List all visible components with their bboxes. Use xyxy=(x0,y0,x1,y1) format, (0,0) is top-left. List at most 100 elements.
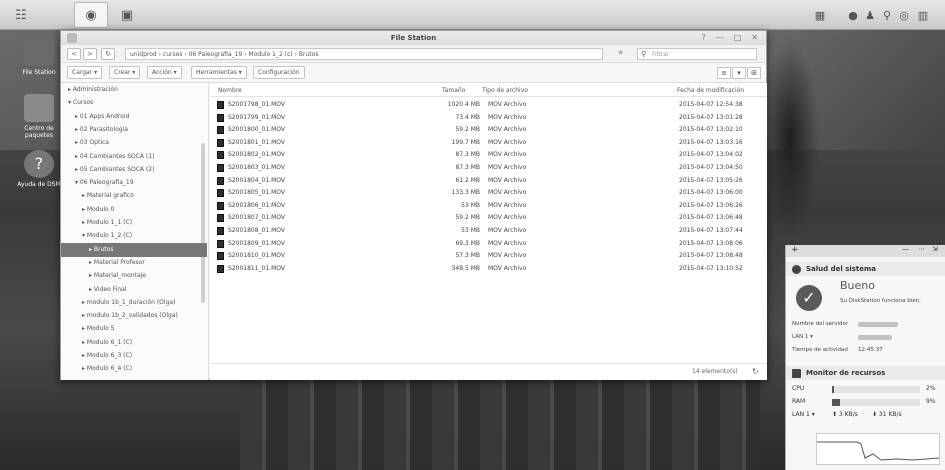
file-name: S2001807_01.MOV xyxy=(228,214,285,222)
desktop-icon-package-center[interactable]: Centro de paquetes xyxy=(14,94,64,139)
tree-item[interactable]: ▸ Modulo 0 xyxy=(82,203,114,217)
tree-item[interactable]: ▸ modulo 1b_2_validados (Olga) xyxy=(82,309,178,323)
folder-icon xyxy=(24,38,54,66)
table-row[interactable]: S2001801_01.MOV 199.7 MB MOV Archivo 2015-0… xyxy=(210,137,767,149)
tree-item[interactable]: ▸ Modulo 5 xyxy=(82,322,114,336)
column-header-type[interactable]: Tipo de archivo xyxy=(482,87,528,94)
tree-item[interactable]: ▸ 04 Cambiantes SOCA (1) xyxy=(75,150,154,164)
desktop-icon-help[interactable]: ? Ayuda de DSM xyxy=(14,150,64,188)
table-row[interactable]: S2001811_01.MOV 348.5 MB MOV Archivo 2015-0… xyxy=(210,263,767,275)
settings-button[interactable]: Configuración xyxy=(253,66,305,79)
upload-button[interactable]: Cargar ▾ xyxy=(67,66,103,79)
tree-item[interactable]: ▾ Modulo 1_2 (C) xyxy=(82,229,132,243)
favorite-star-icon[interactable]: ★ xyxy=(617,48,624,57)
filter-input[interactable]: ⚲ Filtrar xyxy=(637,48,757,60)
cpu-label: CPU xyxy=(792,385,805,392)
widget-minimize-icon[interactable]: — xyxy=(902,245,909,253)
view-dropdown-button[interactable]: ▾ xyxy=(732,67,746,79)
tree-item[interactable]: ▸ 02 Parasitología xyxy=(75,123,128,137)
file-size: 133.3 MB xyxy=(451,189,480,197)
widget-pin-icon[interactable]: ⇲ xyxy=(932,245,938,253)
column-header-modified[interactable]: Fecha de modificación xyxy=(677,87,744,94)
path-breadcrumb[interactable]: unidprod › cursos › 06 Paleografia_19 › … xyxy=(125,48,603,60)
app-icon xyxy=(67,33,77,43)
window-title-bar[interactable]: File Station ? — □ ✕ xyxy=(61,31,766,45)
tree-item[interactable]: ▸ Modulo 1_1 (C) xyxy=(82,216,132,230)
column-header-size[interactable]: Tamaño xyxy=(442,87,465,94)
widget-icon[interactable]: ▦ xyxy=(812,7,828,23)
column-header-name[interactable]: Nombre xyxy=(218,87,242,94)
close-button[interactable]: ✕ xyxy=(751,31,758,45)
help-button[interactable]: ? xyxy=(701,31,705,45)
table-row[interactable]: S2001810_01.MOV 57.3 MB MOV Archivo 2015-04… xyxy=(210,250,767,262)
tree-item[interactable]: ▸ Administración xyxy=(68,83,118,97)
network-download: ⬇ 31 KB/s xyxy=(872,411,902,418)
action-button[interactable]: Acción ▾ xyxy=(147,66,182,79)
file-modified: 2015-04-07 13:07:44 xyxy=(679,227,743,234)
file-modified: 2015-04-07 13:10:52 xyxy=(679,264,743,272)
table-row[interactable]: S2001803_01.MOV 87.3 MB MOV Archivo 2015-04… xyxy=(210,162,767,174)
tree-item[interactable]: ▸ Video Final xyxy=(89,283,126,297)
desktop-icon-label: Ayuda de DSM xyxy=(17,181,61,188)
widget-settings-icon[interactable]: ⋯ xyxy=(918,245,925,253)
file-modified: 2015-04-07 13:05:26 xyxy=(679,176,743,184)
file-name: S2001810_01.MOV xyxy=(228,252,285,260)
file-type: MOV Archivo xyxy=(488,227,527,234)
grid-view-button[interactable]: ⊞ xyxy=(747,67,761,79)
file-type: MOV Archivo xyxy=(488,164,527,171)
user-icon[interactable]: ♟ xyxy=(862,7,878,23)
table-row[interactable]: S2001802_01.MOV 87.3 MB MOV Archivo 2015-04… xyxy=(210,149,767,161)
tools-button[interactable]: Herramientas ▾ xyxy=(191,66,247,79)
table-row[interactable]: S2001800_01.MOV 59.2 MB MOV Archivo 2015-04… xyxy=(210,124,767,136)
tree-item[interactable]: ▸ 03 Optica xyxy=(75,136,109,150)
server-name-value xyxy=(858,322,898,327)
table-row[interactable]: S2001804_01.MOV 61.2 MB MOV Archivo 2015-04… xyxy=(210,175,767,187)
file-size: 1020.4 MB xyxy=(447,101,480,108)
desktop-icon-file-station[interactable]: File Station xyxy=(14,38,64,76)
video-file-icon xyxy=(217,252,224,261)
tree-item[interactable]: ▸ Brutos xyxy=(61,242,207,257)
tree-item[interactable]: ▸ Modulo 6_4 (C) xyxy=(82,362,132,376)
tree-item[interactable]: ▸ 01 Apps Android xyxy=(75,110,129,124)
tree-item[interactable]: ▸ Material Profesor xyxy=(89,256,145,270)
create-button[interactable]: Crear ▾ xyxy=(109,66,141,79)
network-label[interactable]: LAN 1 ▾ xyxy=(792,411,815,418)
table-row[interactable]: S2001798_01.MOV 1020.4 MB MOV Archivo 2015-… xyxy=(210,99,767,111)
tree-item[interactable]: ▸ Modulo 6_3 (C) xyxy=(82,349,132,363)
tree-item[interactable]: ▸ modulo 1b_1_duración (Olga) xyxy=(82,296,175,310)
file-station-taskbar-icon[interactable]: ◉ xyxy=(74,2,108,28)
desktop-widgets-icon[interactable]: ▥ xyxy=(915,7,931,23)
table-row[interactable]: S2001808_01.MOV 53 MB MOV Archivo 2015-04-0… xyxy=(210,225,767,237)
folder-tree: ▸ Administración ▾ Cursos ▸ 01 Apps Androi… xyxy=(61,83,209,380)
file-type: MOV Archivo xyxy=(488,176,527,184)
refresh-button[interactable]: ↻ xyxy=(101,48,115,60)
notification-icon[interactable]: ● xyxy=(845,7,861,23)
tree-item[interactable]: ▸ 05 Cambiantes SOCA (2) xyxy=(75,163,154,177)
forward-button[interactable]: > xyxy=(83,48,97,60)
table-row[interactable]: S2001805_01.MOV 133.3 MB MOV Archivo 2015-0… xyxy=(210,187,767,199)
table-row[interactable]: S2001799_01.MOV 73.4 MB MOV Archivo 2015-04… xyxy=(210,112,767,124)
table-row[interactable]: S2001807_01.MOV 59.2 MB MOV Archivo 2015-04… xyxy=(210,212,767,224)
table-row[interactable]: S2001806_01.MOV 53 MB MOV Archivo 2015-04-0… xyxy=(210,200,767,212)
file-type: MOV Archivo xyxy=(488,101,527,108)
widget-top-bar: + — ⋯ ⇲ xyxy=(786,245,945,257)
tree-item[interactable]: ▸ Modulo 6_1 (C) xyxy=(82,336,132,350)
back-button[interactable]: < xyxy=(67,48,81,60)
minimize-button[interactable]: — xyxy=(716,31,724,45)
add-widget-icon[interactable]: + xyxy=(791,245,799,255)
maximize-button[interactable]: □ xyxy=(734,31,742,45)
search-icon[interactable]: ⚲ xyxy=(879,7,895,23)
main-menu-icon[interactable]: ☷ xyxy=(4,2,38,28)
tree-item[interactable]: ▸ Material grafico xyxy=(82,189,134,203)
tree-item[interactable]: ▾ 06 Paleografia_19 xyxy=(75,176,134,190)
tree-item[interactable]: ▾ Cursos xyxy=(68,96,93,110)
tree-scrollbar[interactable] xyxy=(201,143,205,303)
options-icon[interactable]: ◎ xyxy=(896,7,912,23)
lan-label[interactable]: LAN 1 ▾ xyxy=(792,334,813,340)
status-refresh-icon[interactable]: ↻ xyxy=(752,367,759,376)
package-center-taskbar-icon[interactable]: ▣ xyxy=(110,2,144,28)
tree-item[interactable]: ▸ Material_montaje xyxy=(89,269,146,283)
table-row[interactable]: S2001809_01.MOV 69.3 MB MOV Archivo 2015-04… xyxy=(210,238,767,250)
file-modified: 2015-04-07 13:03:16 xyxy=(679,138,743,146)
list-view-button[interactable]: ≡ xyxy=(717,67,731,79)
